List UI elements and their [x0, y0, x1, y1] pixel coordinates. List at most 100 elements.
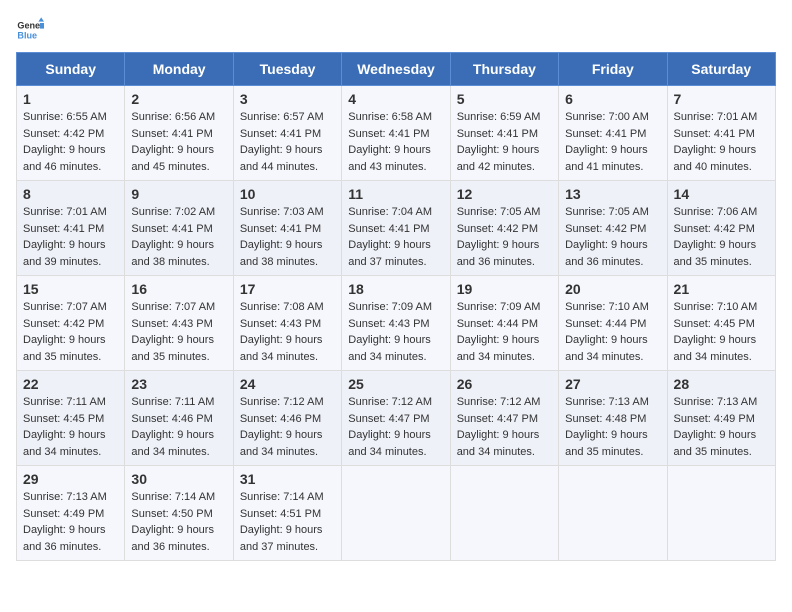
calendar-day-cell: 7 Sunrise: 7:01 AM Sunset: 4:41 PM Dayli… [667, 86, 775, 181]
day-number: 5 [457, 91, 552, 107]
day-info: Sunrise: 7:14 AM Sunset: 4:51 PM Dayligh… [240, 491, 324, 553]
calendar-day-cell: 10 Sunrise: 7:03 AM Sunset: 4:41 PM Dayl… [233, 181, 341, 276]
day-number: 1 [23, 91, 118, 107]
day-number: 28 [674, 376, 769, 392]
calendar-day-cell: 18 Sunrise: 7:09 AM Sunset: 4:43 PM Dayl… [342, 276, 450, 371]
day-info: Sunrise: 7:05 AM Sunset: 4:42 PM Dayligh… [565, 206, 649, 268]
calendar-day-cell: 23 Sunrise: 7:11 AM Sunset: 4:46 PM Dayl… [125, 371, 233, 466]
calendar-day-cell: 3 Sunrise: 6:57 AM Sunset: 4:41 PM Dayli… [233, 86, 341, 181]
day-number: 21 [674, 281, 769, 297]
day-number: 15 [23, 281, 118, 297]
day-number: 8 [23, 186, 118, 202]
day-info: Sunrise: 6:55 AM Sunset: 4:42 PM Dayligh… [23, 111, 107, 173]
calendar-day-cell: 17 Sunrise: 7:08 AM Sunset: 4:43 PM Dayl… [233, 276, 341, 371]
day-number: 19 [457, 281, 552, 297]
calendar-day-cell: 9 Sunrise: 7:02 AM Sunset: 4:41 PM Dayli… [125, 181, 233, 276]
day-number: 20 [565, 281, 660, 297]
day-number: 18 [348, 281, 443, 297]
calendar-week-row: 1 Sunrise: 6:55 AM Sunset: 4:42 PM Dayli… [17, 86, 776, 181]
calendar-day-cell: 27 Sunrise: 7:13 AM Sunset: 4:48 PM Dayl… [559, 371, 667, 466]
day-number: 30 [131, 471, 226, 487]
day-number: 13 [565, 186, 660, 202]
day-number: 22 [23, 376, 118, 392]
day-number: 29 [23, 471, 118, 487]
calendar-week-row: 22 Sunrise: 7:11 AM Sunset: 4:45 PM Dayl… [17, 371, 776, 466]
logo-icon: General Blue [16, 16, 44, 44]
day-number: 11 [348, 186, 443, 202]
calendar-day-cell: 16 Sunrise: 7:07 AM Sunset: 4:43 PM Dayl… [125, 276, 233, 371]
day-number: 2 [131, 91, 226, 107]
day-number: 3 [240, 91, 335, 107]
calendar-day-cell: 22 Sunrise: 7:11 AM Sunset: 4:45 PM Dayl… [17, 371, 125, 466]
day-info: Sunrise: 7:14 AM Sunset: 4:50 PM Dayligh… [131, 491, 215, 553]
calendar-day-cell: 21 Sunrise: 7:10 AM Sunset: 4:45 PM Dayl… [667, 276, 775, 371]
day-info: Sunrise: 6:58 AM Sunset: 4:41 PM Dayligh… [348, 111, 432, 173]
calendar-day-cell: 13 Sunrise: 7:05 AM Sunset: 4:42 PM Dayl… [559, 181, 667, 276]
calendar-day-cell: 8 Sunrise: 7:01 AM Sunset: 4:41 PM Dayli… [17, 181, 125, 276]
calendar-day-cell: 25 Sunrise: 7:12 AM Sunset: 4:47 PM Dayl… [342, 371, 450, 466]
day-number: 17 [240, 281, 335, 297]
weekday-header: Tuesday [233, 53, 341, 86]
day-info: Sunrise: 6:56 AM Sunset: 4:41 PM Dayligh… [131, 111, 215, 173]
day-info: Sunrise: 7:13 AM Sunset: 4:48 PM Dayligh… [565, 396, 649, 458]
calendar-day-cell: 1 Sunrise: 6:55 AM Sunset: 4:42 PM Dayli… [17, 86, 125, 181]
day-number: 23 [131, 376, 226, 392]
logo: General Blue [16, 16, 44, 44]
calendar-day-cell: 5 Sunrise: 6:59 AM Sunset: 4:41 PM Dayli… [450, 86, 558, 181]
header: General Blue [16, 16, 776, 44]
day-number: 12 [457, 186, 552, 202]
day-info: Sunrise: 7:11 AM Sunset: 4:46 PM Dayligh… [131, 396, 214, 458]
header-row: SundayMondayTuesdayWednesdayThursdayFrid… [17, 53, 776, 86]
calendar-day-cell [450, 466, 558, 561]
day-number: 27 [565, 376, 660, 392]
day-info: Sunrise: 7:02 AM Sunset: 4:41 PM Dayligh… [131, 206, 215, 268]
calendar-day-cell: 29 Sunrise: 7:13 AM Sunset: 4:49 PM Dayl… [17, 466, 125, 561]
calendar-day-cell: 31 Sunrise: 7:14 AM Sunset: 4:51 PM Dayl… [233, 466, 341, 561]
calendar-day-cell: 28 Sunrise: 7:13 AM Sunset: 4:49 PM Dayl… [667, 371, 775, 466]
calendar-day-cell: 15 Sunrise: 7:07 AM Sunset: 4:42 PM Dayl… [17, 276, 125, 371]
day-number: 9 [131, 186, 226, 202]
weekday-header: Monday [125, 53, 233, 86]
calendar-day-cell: 19 Sunrise: 7:09 AM Sunset: 4:44 PM Dayl… [450, 276, 558, 371]
calendar-day-cell [559, 466, 667, 561]
day-info: Sunrise: 7:12 AM Sunset: 4:47 PM Dayligh… [348, 396, 432, 458]
calendar-day-cell: 24 Sunrise: 7:12 AM Sunset: 4:46 PM Dayl… [233, 371, 341, 466]
calendar-day-cell: 26 Sunrise: 7:12 AM Sunset: 4:47 PM Dayl… [450, 371, 558, 466]
day-info: Sunrise: 7:10 AM Sunset: 4:44 PM Dayligh… [565, 301, 649, 363]
day-info: Sunrise: 7:00 AM Sunset: 4:41 PM Dayligh… [565, 111, 649, 173]
day-number: 14 [674, 186, 769, 202]
day-number: 6 [565, 91, 660, 107]
day-info: Sunrise: 7:10 AM Sunset: 4:45 PM Dayligh… [674, 301, 758, 363]
calendar-day-cell: 30 Sunrise: 7:14 AM Sunset: 4:50 PM Dayl… [125, 466, 233, 561]
calendar-day-cell: 12 Sunrise: 7:05 AM Sunset: 4:42 PM Dayl… [450, 181, 558, 276]
day-info: Sunrise: 7:08 AM Sunset: 4:43 PM Dayligh… [240, 301, 324, 363]
calendar-day-cell: 6 Sunrise: 7:00 AM Sunset: 4:41 PM Dayli… [559, 86, 667, 181]
day-info: Sunrise: 7:01 AM Sunset: 4:41 PM Dayligh… [674, 111, 758, 173]
calendar-week-row: 15 Sunrise: 7:07 AM Sunset: 4:42 PM Dayl… [17, 276, 776, 371]
weekday-header: Thursday [450, 53, 558, 86]
day-number: 7 [674, 91, 769, 107]
weekday-header: Friday [559, 53, 667, 86]
day-info: Sunrise: 7:13 AM Sunset: 4:49 PM Dayligh… [674, 396, 758, 458]
day-info: Sunrise: 7:01 AM Sunset: 4:41 PM Dayligh… [23, 206, 107, 268]
day-info: Sunrise: 7:09 AM Sunset: 4:44 PM Dayligh… [457, 301, 541, 363]
day-info: Sunrise: 7:12 AM Sunset: 4:46 PM Dayligh… [240, 396, 324, 458]
day-info: Sunrise: 7:06 AM Sunset: 4:42 PM Dayligh… [674, 206, 758, 268]
calendar-day-cell: 14 Sunrise: 7:06 AM Sunset: 4:42 PM Dayl… [667, 181, 775, 276]
calendar-day-cell: 20 Sunrise: 7:10 AM Sunset: 4:44 PM Dayl… [559, 276, 667, 371]
day-info: Sunrise: 7:13 AM Sunset: 4:49 PM Dayligh… [23, 491, 107, 553]
day-info: Sunrise: 7:12 AM Sunset: 4:47 PM Dayligh… [457, 396, 541, 458]
day-info: Sunrise: 7:07 AM Sunset: 4:43 PM Dayligh… [131, 301, 215, 363]
calendar-day-cell: 4 Sunrise: 6:58 AM Sunset: 4:41 PM Dayli… [342, 86, 450, 181]
weekday-header: Sunday [17, 53, 125, 86]
day-info: Sunrise: 6:57 AM Sunset: 4:41 PM Dayligh… [240, 111, 324, 173]
day-info: Sunrise: 7:04 AM Sunset: 4:41 PM Dayligh… [348, 206, 432, 268]
calendar-day-cell [342, 466, 450, 561]
calendar-week-row: 29 Sunrise: 7:13 AM Sunset: 4:49 PM Dayl… [17, 466, 776, 561]
day-number: 10 [240, 186, 335, 202]
calendar-day-cell: 2 Sunrise: 6:56 AM Sunset: 4:41 PM Dayli… [125, 86, 233, 181]
day-info: Sunrise: 7:09 AM Sunset: 4:43 PM Dayligh… [348, 301, 432, 363]
day-number: 16 [131, 281, 226, 297]
day-info: Sunrise: 7:03 AM Sunset: 4:41 PM Dayligh… [240, 206, 324, 268]
day-number: 26 [457, 376, 552, 392]
